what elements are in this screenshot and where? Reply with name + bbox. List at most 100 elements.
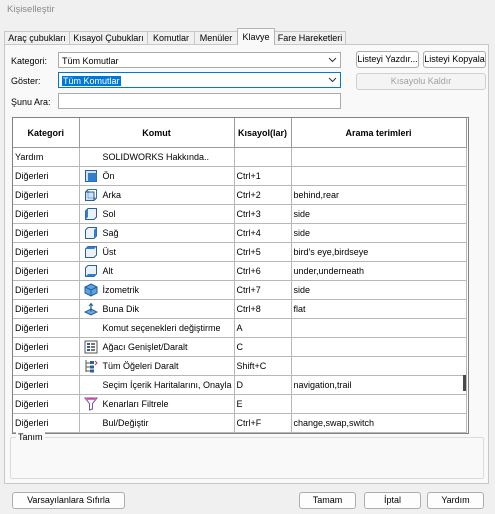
search-terms-cell[interactable] [291,337,467,357]
view-top-icon [81,245,101,259]
table-row[interactable]: Diğerleri Ağacı Genişlet/Daralt C [13,337,467,357]
command-label: Ön [102,171,115,181]
table-row[interactable]: Diğerleri Sol Ctrl+3 side [13,204,467,224]
tree-expand-icon [81,340,101,354]
search-terms-cell[interactable]: side [291,223,467,243]
category-value: Tüm Komutlar [62,56,119,66]
search-terms-cell[interactable]: under,underneath [291,261,467,281]
shortcut-cell[interactable]: A [234,318,292,338]
table-row[interactable]: Diğerleri Ön Ctrl+1 [13,166,467,186]
category-cell: Diğerleri [13,413,80,433]
shortcut-cell[interactable]: Ctrl+8 [234,299,292,319]
table-row[interactable]: Diğerleri Komut seçenekleri değiştirme A [13,318,467,338]
search-terms-cell[interactable] [291,166,467,186]
shortcut-cell[interactable]: Ctrl+7 [234,280,292,300]
window-title: Kişiselleştir [7,4,55,15]
command-label: Komut seçenekleri değiştirme [102,323,221,333]
search-input[interactable] [58,93,341,109]
table-row[interactable]: Diğerleri Bul/Değiştir Ctrl+F change,swap,s… [13,413,467,433]
category-cell: Diğerleri [13,223,80,243]
table-row[interactable]: Diğerleri Seçim İçerik Haritalarını, Onay… [13,375,467,395]
table-row[interactable]: Diğerleri Üst Ctrl+5 bird's eye,birdseye [13,242,467,262]
filter-edges-icon [81,397,101,411]
shortcut-cell[interactable]: Shift+C [234,356,292,376]
shortcut-cell[interactable]: Ctrl+1 [234,166,292,186]
search-terms-cell[interactable] [291,394,467,414]
shortcut-cell[interactable]: E [234,394,292,414]
column-header-search-terms[interactable]: Arama terimleri [291,118,467,148]
column-header-shortcut[interactable]: Kısayol(lar) [234,118,292,148]
command-label: Seçim İçerik Haritalarını, Onayla [102,380,232,390]
column-header-category[interactable]: Kategori [13,118,80,148]
cancel-button[interactable]: İptal [364,492,421,509]
show-label: Göster: [11,76,41,86]
shortcut-cell[interactable]: Ctrl+4 [234,223,292,243]
table-row[interactable]: Diğerleri Sağ Ctrl+4 side [13,223,467,243]
view-bottom-icon [81,264,101,278]
view-back-icon [81,188,101,202]
tab-commands[interactable]: Komutlar [147,31,195,44]
shortcut-table[interactable]: Kategori Komut Kısayol(lar) Arama teriml… [12,117,469,434]
category-cell: Diğerleri [13,375,80,395]
command-label: Buna Dik [102,304,140,314]
tab-menus[interactable]: Menüler [194,31,238,44]
column-header-command[interactable]: Komut [79,118,235,148]
search-terms-cell[interactable]: side [291,204,467,224]
command-label: Kenarları Filtrele [102,399,169,409]
category-cell: Diğerleri [13,166,80,186]
command-cell: Seçim İçerik Haritalarını, Onayla [79,375,235,395]
command-cell: Arka [79,185,235,205]
command-cell: Bul/Değiştir [79,413,235,433]
normal-to-icon [81,302,101,316]
command-cell: Buna Dik [79,299,235,319]
shortcut-cell[interactable]: Ctrl+F [234,413,292,433]
tab-toolbars[interactable]: Araç çubukları [4,31,70,44]
remove-shortcut-button[interactable]: Kısayolu Kaldır [356,73,486,90]
shortcut-cell[interactable]: C [234,337,292,357]
search-terms-cell[interactable]: bird's eye,birdseye [291,242,467,262]
command-label: Arka [102,190,122,200]
table-row[interactable]: Yardım SOLIDWORKS Hakkında.. [13,147,467,167]
search-terms-cell[interactable]: behind,rear [291,185,467,205]
reset-defaults-button[interactable]: Varsayılanlara Sıfırla [12,492,125,509]
shortcut-cell[interactable]: D [234,375,292,395]
table-row[interactable]: Diğerleri İzometrik Ctrl+7 side [13,280,467,300]
search-terms-cell[interactable]: flat [291,299,467,319]
show-dropdown[interactable]: Tüm Komutlar [58,72,341,88]
copy-list-button[interactable]: Listeyi Kopyala [423,51,486,68]
command-cell: Sağ [79,223,235,243]
shortcut-cell[interactable]: Ctrl+3 [234,204,292,224]
search-terms-cell[interactable] [291,356,467,376]
table-row[interactable]: Diğerleri Kenarları Filtrele E [13,394,467,414]
command-cell: SOLIDWORKS Hakkında.. [79,147,235,167]
shortcut-cell[interactable]: Ctrl+2 [234,185,292,205]
shortcut-cell[interactable]: Ctrl+6 [234,261,292,281]
category-cell: Diğerleri [13,204,80,224]
search-terms-cell[interactable] [291,147,467,167]
print-list-button[interactable]: Listeyi Yazdır... [356,51,419,68]
search-terms-cell[interactable] [291,318,467,338]
tab-mouse-gestures[interactable]: Fare Hareketleri [274,31,346,44]
command-cell: Alt [79,261,235,281]
category-dropdown[interactable]: Tüm Komutlar [58,52,341,68]
table-row[interactable]: Diğerleri Alt Ctrl+6 under,underneath [13,261,467,281]
tab-keyboard[interactable]: Klavye [237,28,275,45]
tab-shortcut-bars[interactable]: Kısayol Çubukları [69,31,148,44]
search-label: Şunu Ara: [11,97,51,107]
command-cell: Tüm Öğeleri Daralt [79,356,235,376]
shortcut-cell[interactable]: Ctrl+5 [234,242,292,262]
category-cell: Diğerleri [13,280,80,300]
search-terms-cell[interactable]: change,swap,switch [291,413,467,433]
description-box: Tanım [10,432,484,479]
ok-button[interactable]: Tamam [299,492,356,509]
table-row[interactable]: Diğerleri Tüm Öğeleri Daralt Shift+C [13,356,467,376]
shortcut-cell[interactable] [234,147,292,167]
table-row[interactable]: Diğerleri Arka Ctrl+2 behind,rear [13,185,467,205]
table-row[interactable]: Diğerleri Buna Dik Ctrl+8 flat [13,299,467,319]
category-cell: Diğerleri [13,318,80,338]
scrollbar-thumb[interactable] [463,375,466,391]
tab-bar: Araç çubukları Kısayol Çubukları Komutla… [4,28,491,45]
search-terms-cell[interactable]: side [291,280,467,300]
help-button[interactable]: Yardım [427,492,484,509]
search-terms-cell[interactable]: navigation,trail [291,375,467,395]
